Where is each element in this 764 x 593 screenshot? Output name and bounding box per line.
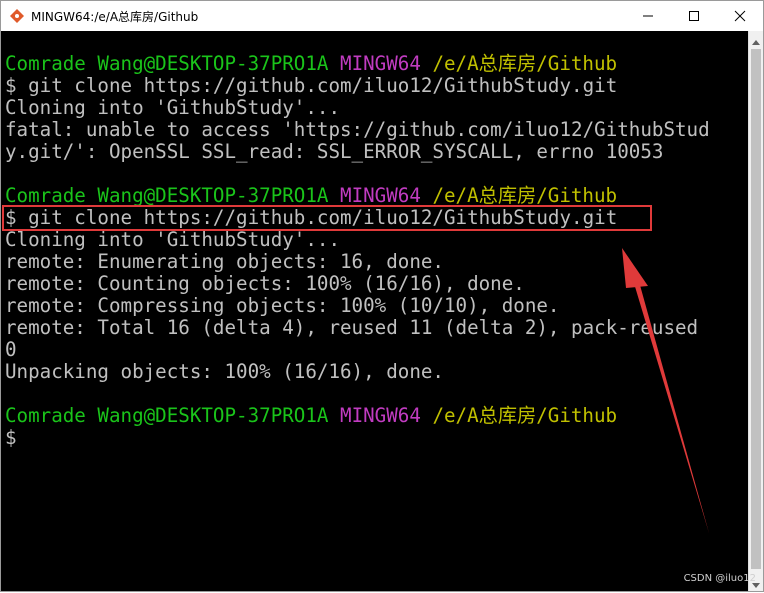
maximize-button[interactable] bbox=[671, 1, 717, 31]
prompt-env: MINGW64 bbox=[340, 184, 421, 207]
terminal-window: MINGW64:/e/A总库房/Github Comrade Wang@DESK… bbox=[0, 0, 764, 592]
output-line: Cloning into 'GithubStudy'... bbox=[5, 96, 341, 119]
output-line: Cloning into 'GithubStudy'... bbox=[5, 228, 341, 251]
prompt-line: Comrade Wang@DESKTOP-37PRO1A MINGW64 /e/… bbox=[5, 185, 617, 207]
prompt-path: /e/A总库房/Github bbox=[432, 52, 618, 75]
scroll-up-button[interactable] bbox=[749, 31, 763, 47]
output-line: y.git/': OpenSSL SSL_read: SSL_ERROR_SYS… bbox=[5, 140, 664, 163]
title-bar[interactable]: MINGW64:/e/A总库房/Github bbox=[1, 1, 763, 31]
window-title: MINGW64:/e/A总库房/Github bbox=[31, 9, 199, 24]
output-line: Unpacking objects: 100% (16/16), done. bbox=[5, 360, 444, 383]
close-button[interactable] bbox=[717, 1, 763, 31]
command-line: $ git clone https://github.com/iluo12/Gi… bbox=[5, 206, 618, 229]
output-line: fatal: unable to access 'https://github.… bbox=[5, 118, 710, 141]
close-icon bbox=[734, 7, 746, 26]
output-line: 0 bbox=[5, 338, 17, 361]
watermark: CSDN @iluo12 bbox=[683, 573, 756, 584]
prompt-user: Comrade Wang@DESKTOP-37PRO1A bbox=[5, 52, 329, 75]
prompt-line: Comrade Wang@DESKTOP-37PRO1A MINGW64 /e/… bbox=[5, 53, 617, 75]
scroll-thumb[interactable] bbox=[751, 49, 761, 569]
output-line: remote: Enumerating objects: 16, done. bbox=[5, 250, 444, 273]
prompt-path: /e/A总库房/Github bbox=[432, 184, 618, 207]
prompt-env: MINGW64 bbox=[340, 404, 421, 427]
minimize-button[interactable] bbox=[625, 1, 671, 31]
window-controls bbox=[625, 1, 763, 31]
vertical-scrollbar[interactable] bbox=[748, 31, 763, 591]
prompt-user: Comrade Wang@DESKTOP-37PRO1A bbox=[5, 184, 329, 207]
prompt-user: Comrade Wang@DESKTOP-37PRO1A bbox=[5, 404, 329, 427]
output-line: remote: Compressing objects: 100% (10/10… bbox=[5, 294, 560, 317]
git-bash-icon bbox=[9, 8, 25, 24]
maximize-icon bbox=[688, 7, 700, 26]
prompt-path: /e/A总库房/Github bbox=[432, 404, 618, 427]
output-line: remote: Total 16 (delta 4), reused 11 (d… bbox=[5, 316, 699, 339]
minimize-icon bbox=[642, 7, 654, 26]
prompt-env: MINGW64 bbox=[340, 52, 421, 75]
prompt-line: Comrade Wang@DESKTOP-37PRO1A MINGW64 /e/… bbox=[5, 405, 617, 427]
terminal-output[interactable]: Comrade Wang@DESKTOP-37PRO1A MINGW64 /e/… bbox=[1, 31, 748, 591]
output-line: remote: Counting objects: 100% (16/16), … bbox=[5, 272, 525, 295]
chevron-up-icon bbox=[752, 30, 760, 49]
command-line: $ git clone https://github.com/iluo12/Gi… bbox=[5, 74, 618, 97]
input-prompt[interactable]: $ bbox=[5, 427, 17, 449]
